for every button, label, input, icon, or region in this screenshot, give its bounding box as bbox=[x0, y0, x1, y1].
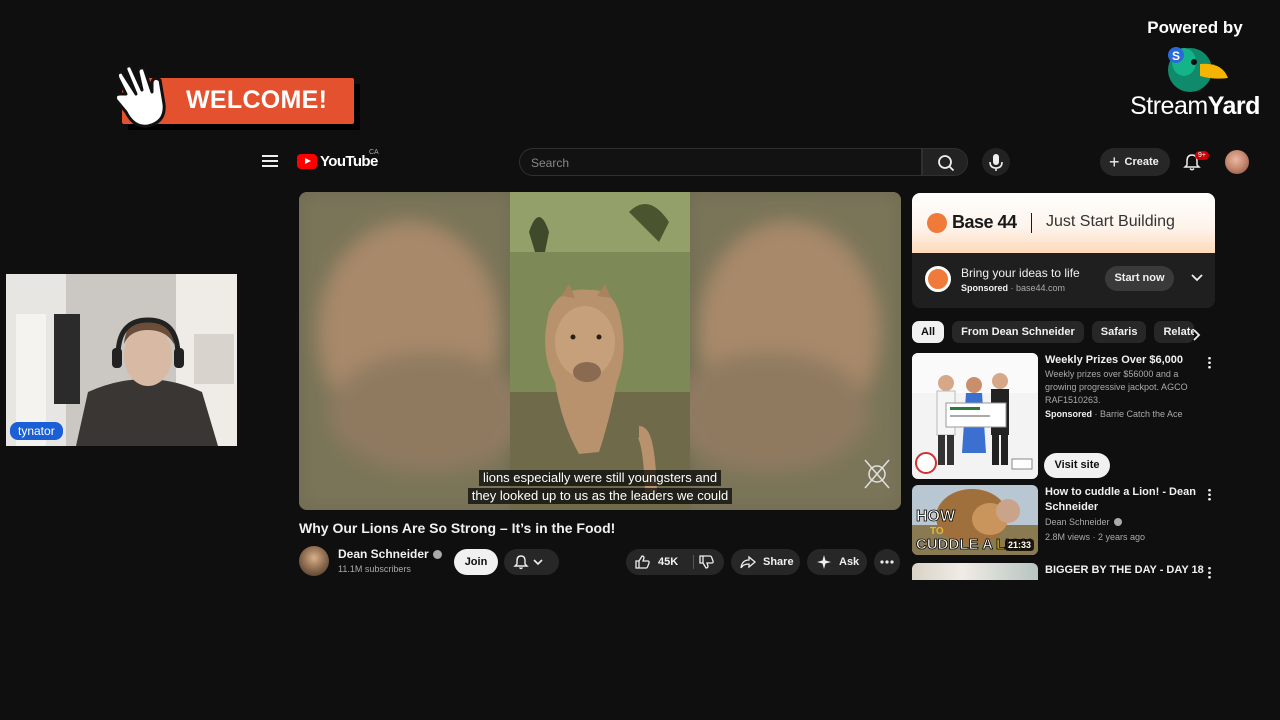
create-button[interactable]: + Create bbox=[1100, 148, 1170, 176]
subtitle-line-2: they looked up to us as the leaders we c… bbox=[467, 488, 733, 504]
rec-description: Weekly prizes over $56000 and a growing … bbox=[1045, 369, 1188, 405]
like-dislike-group[interactable]: 45K bbox=[626, 549, 724, 575]
chip-safaris[interactable]: Safaris bbox=[1091, 321, 1147, 343]
ad-headline: Bring your ideas to life bbox=[961, 266, 1080, 280]
rec-sponsor: Sponsored · Barrie Catch the Ace bbox=[1045, 409, 1183, 419]
youtube-play-icon bbox=[297, 154, 317, 169]
share-button[interactable]: Share bbox=[731, 549, 800, 575]
verified-icon bbox=[1113, 518, 1122, 526]
welcome-text: WELCOME! bbox=[186, 86, 328, 114]
more-actions-button[interactable] bbox=[874, 549, 900, 575]
participant-camera: tynator bbox=[6, 274, 237, 446]
rec-channel[interactable]: Dean Schneider bbox=[1045, 517, 1122, 527]
country-code: CA bbox=[369, 149, 379, 156]
ad-banner[interactable]: Base 44 Just Start Building bbox=[912, 193, 1215, 253]
duck-icon: S bbox=[1168, 47, 1228, 92]
youtube-masthead: YouTube CA Search + Create 9+ bbox=[243, 140, 1280, 184]
search-placeholder: Search bbox=[531, 156, 570, 170]
video-thumbnail[interactable]: HOW CUDDLE A LION TO 21:33 bbox=[912, 485, 1038, 555]
video-duration: 21:33 bbox=[1004, 539, 1034, 551]
verified-icon bbox=[432, 550, 442, 559]
ad-tagline: Just Start Building bbox=[1046, 213, 1175, 230]
rec-title[interactable]: Weekly Prizes Over $6,000 bbox=[1045, 353, 1205, 368]
voice-search-button[interactable] bbox=[982, 148, 1010, 176]
more-vertical-icon[interactable] bbox=[1208, 356, 1211, 369]
webcam-feed bbox=[6, 274, 237, 446]
visit-site-button[interactable]: Visit site bbox=[1044, 453, 1110, 478]
thumbs-down-icon[interactable] bbox=[698, 554, 716, 570]
search-icon bbox=[938, 155, 955, 172]
ad-brand: Base 44 bbox=[952, 212, 1017, 232]
more-horizontal-icon bbox=[880, 560, 894, 564]
more-vertical-icon[interactable] bbox=[1208, 566, 1211, 579]
youtube-logo[interactable]: YouTube bbox=[297, 153, 378, 170]
chip-related[interactable]: Relate bbox=[1154, 321, 1195, 343]
video-thumbnail[interactable] bbox=[912, 563, 1038, 580]
search-input[interactable]: Search bbox=[519, 148, 922, 176]
chevron-down-icon bbox=[533, 559, 543, 566]
thumbs-up-icon[interactable] bbox=[634, 554, 652, 570]
cheque-photo bbox=[912, 353, 1038, 479]
share-label: Share bbox=[763, 556, 794, 568]
create-label: Create bbox=[1124, 156, 1159, 168]
ad-divider bbox=[1031, 213, 1032, 233]
subscription-bell-button[interactable] bbox=[504, 549, 559, 575]
channel-avatar[interactable] bbox=[299, 546, 329, 576]
recommended-video[interactable]: HOW CUDDLE A LION TO 21:33 How to cuddle… bbox=[912, 485, 1242, 555]
sidebar-ad[interactable]: Base 44 Just Start Building Bring your i… bbox=[912, 193, 1215, 308]
participant-name-badge: tynator bbox=[10, 422, 63, 440]
share-icon bbox=[740, 555, 757, 569]
recommended-video[interactable]: BIGGER BY THE DAY - DAY 18 - bbox=[912, 563, 1242, 580]
streamyard-branding: Powered by S StreamYard bbox=[1120, 18, 1270, 126]
filter-chips: All From Dean Schneider Safaris Relate bbox=[912, 321, 1202, 343]
ad-meta: Sponsored · base44.com bbox=[961, 283, 1066, 293]
video-title: Why Our Lions Are So Strong – It’s in th… bbox=[299, 520, 616, 536]
bell-icon bbox=[513, 555, 529, 570]
subtitles: lions especially were still youngsters a… bbox=[299, 469, 901, 505]
chip-from-dean-schneider[interactable]: From Dean Schneider bbox=[952, 321, 1084, 343]
ask-button[interactable]: Ask bbox=[807, 549, 867, 575]
like-count: 45K bbox=[658, 556, 679, 568]
like-divider bbox=[693, 555, 694, 569]
svg-text:TO: TO bbox=[930, 526, 944, 537]
base44-logo-icon bbox=[927, 213, 947, 233]
join-button[interactable]: Join bbox=[454, 549, 498, 575]
notification-count-badge: 9+ bbox=[1195, 151, 1209, 160]
streamyard-wordmark: StreamYard bbox=[1130, 92, 1260, 120]
powered-by-label: Powered by bbox=[1147, 18, 1243, 37]
rec-title[interactable]: How to cuddle a Lion! - Dean Schneider bbox=[1045, 485, 1205, 515]
video-frame-lion bbox=[299, 192, 901, 510]
subtitle-line-1: lions especially were still youngsters a… bbox=[478, 470, 722, 486]
start-now-button[interactable]: Start now bbox=[1105, 266, 1174, 291]
chevron-down-icon[interactable] bbox=[1190, 272, 1204, 284]
rec-meta: 2.8M views · 2 years ago bbox=[1045, 532, 1146, 542]
sponsored-thumbnail[interactable] bbox=[912, 353, 1038, 479]
advertiser-icon bbox=[925, 266, 951, 292]
ask-label: Ask bbox=[839, 556, 860, 568]
waving-hand-icon bbox=[114, 64, 166, 128]
svg-text:HOW: HOW bbox=[916, 508, 956, 525]
microphone-icon bbox=[989, 154, 1003, 171]
svg-text:CUDDLE A: CUDDLE A bbox=[916, 536, 993, 553]
youtube-window: YouTube CA Search + Create 9+ lions espe… bbox=[243, 140, 1280, 580]
video-player[interactable]: lions especially were still youngsters a… bbox=[299, 192, 901, 510]
rec-title[interactable]: BIGGER BY THE DAY - DAY 18 - bbox=[1045, 563, 1205, 580]
sparkle-icon bbox=[817, 555, 831, 569]
chevron-right-icon[interactable] bbox=[1191, 328, 1203, 342]
channel-name[interactable]: Dean Schneider bbox=[338, 547, 442, 561]
subscriber-count: 11.1M subscribers bbox=[338, 564, 411, 574]
more-vertical-icon[interactable] bbox=[1208, 488, 1211, 501]
account-avatar[interactable] bbox=[1225, 150, 1249, 174]
streamyard-logo: S StreamYard bbox=[1120, 38, 1270, 126]
plus-icon: + bbox=[1109, 152, 1120, 172]
svg-text:S: S bbox=[1172, 49, 1180, 63]
chip-all[interactable]: All bbox=[912, 321, 945, 343]
hamburger-menu-icon[interactable] bbox=[262, 155, 278, 167]
sponsored-recommendation[interactable]: Weekly Prizes Over $6,000 Weekly prizes … bbox=[912, 353, 1242, 480]
search-button[interactable] bbox=[922, 148, 968, 176]
